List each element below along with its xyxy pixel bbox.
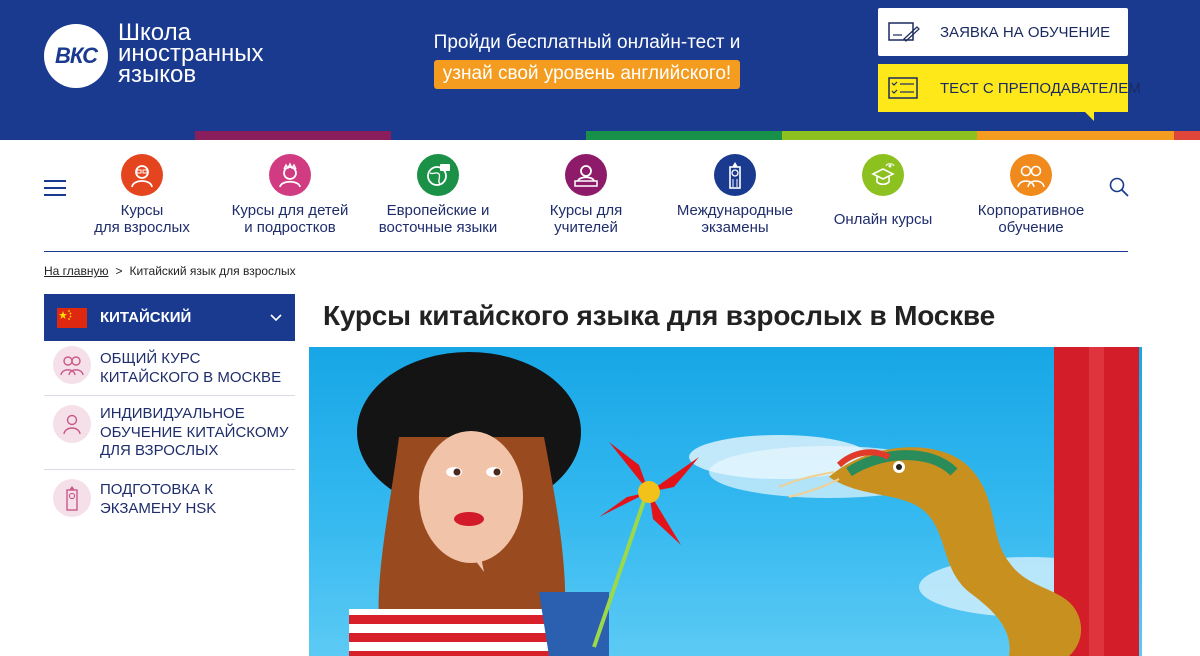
logo-mark: ВКС xyxy=(54,43,98,68)
stripe xyxy=(782,131,977,140)
nav-label: Онлайн курсы xyxy=(833,211,933,228)
apply-button[interactable]: ЗАЯВКА НА ОБУЧЕНИЕ xyxy=(878,8,1128,56)
nav-label: Курсы для учителей xyxy=(549,202,623,236)
nav-kids-courses[interactable]: Курсы для детей и подростков xyxy=(205,154,375,236)
page-title: Курсы китайского языка для взрослых в Мо… xyxy=(323,300,995,331)
nav-label: Европейские и восточные языки xyxy=(378,202,498,236)
china-flag-icon xyxy=(57,307,87,328)
stripe xyxy=(1174,131,1200,140)
sidebar-item-hsk[interactable]: ПОДГОТОВКА К ЭКЗАМЕНУ HSK xyxy=(44,476,295,522)
sidebar-item-label: ПОДГОТОВКА К ЭКЗАМЕНУ HSK xyxy=(100,481,217,517)
nav-languages[interactable]: Европейские и восточные языки xyxy=(353,154,523,236)
breadcrumb-current: Китайский язык для взрослых xyxy=(129,264,296,278)
chevron-down-icon xyxy=(270,313,282,321)
sidebar-item-individual[interactable]: ИНДИВИДУАЛЬНОЕ ОБУЧЕНИЕ КИТАЙСКОМУ ДЛЯ В… xyxy=(44,400,295,470)
hero-illustration xyxy=(349,347,1139,656)
people-icon xyxy=(53,346,91,384)
hero-image xyxy=(309,347,1142,656)
sidebar-item-general-course[interactable]: ОБЩИЙ КУРС КИТАЙСКОГО В МОСКВЕ xyxy=(44,346,295,396)
logo-line: языков xyxy=(118,61,197,88)
stripe xyxy=(586,131,782,140)
checklist-icon xyxy=(888,77,918,99)
sidebar-heading[interactable]: КИТАЙСКИЙ xyxy=(44,294,295,341)
online-icon xyxy=(862,154,904,196)
promo-highlight[interactable]: узнай свой уровень английского! xyxy=(433,60,741,89)
search-icon[interactable] xyxy=(1108,176,1130,198)
sidebar-item-label: ОБЩИЙ КУРС КИТАЙСКОГО В МОСКВЕ xyxy=(100,350,282,386)
site-header: ВКС Школа иностранных языков Пройди бесп… xyxy=(0,0,1200,131)
nav-online-courses[interactable]: Онлайн курсы xyxy=(798,154,968,228)
group-icon xyxy=(1010,154,1052,196)
teacher-test-button[interactable]: ТЕСТ С ПРЕПОДАВАТЕЛЕМ xyxy=(878,64,1141,121)
big-ben-icon xyxy=(53,479,91,517)
teacher-icon xyxy=(565,154,607,196)
sidebar-item-label: ИНДИВИДУАЛЬНОЕ ОБУЧЕНИЕ КИТАЙСКОМУ ДЛЯ В… xyxy=(100,405,289,459)
nav-corporate[interactable]: Корпоративное обучение xyxy=(946,154,1116,236)
nav-label: Курсы для детей и подростков xyxy=(231,202,349,236)
sidebar-heading-label: КИТАЙСКИЙ xyxy=(100,309,192,326)
globe-icon xyxy=(417,154,459,196)
logo[interactable]: ВКС xyxy=(44,24,108,88)
form-pencil-icon xyxy=(888,22,920,42)
promo-text: Пройди бесплатный онлайн-тест и xyxy=(433,32,741,53)
nav-divider xyxy=(44,251,1128,252)
nav-label: Международные экзамены xyxy=(676,202,794,236)
breadcrumb-home-link[interactable]: На главную xyxy=(44,264,108,278)
nav-exams[interactable]: Международные экзамены xyxy=(650,154,820,236)
stripe xyxy=(391,131,586,140)
nav-label: Корпоративное обучение xyxy=(977,202,1085,236)
big-ben-icon xyxy=(714,154,756,196)
nav-adult-courses[interactable]: Курсы для взрослых xyxy=(57,154,227,236)
breadcrumb: На главную > Китайский язык для взрослых xyxy=(44,264,296,278)
logo-text[interactable]: Школа иностранных языков xyxy=(118,21,263,88)
nav-label: Курсы для взрослых xyxy=(94,202,190,236)
breadcrumb-separator: > xyxy=(115,264,123,278)
stripe xyxy=(195,131,391,140)
stripe xyxy=(977,131,1174,140)
color-stripes xyxy=(0,131,1200,140)
kid-icon xyxy=(269,154,311,196)
promo-banner[interactable]: Пройди бесплатный онлайн-тест и узнай св… xyxy=(400,32,774,89)
nav-teacher-courses[interactable]: Курсы для учителей xyxy=(501,154,671,236)
teacher-test-button-label: ТЕСТ С ПРЕПОДАВАТЕЛЕМ xyxy=(940,79,1141,97)
person-icon xyxy=(53,405,91,443)
apply-button-label: ЗАЯВКА НА ОБУЧЕНИЕ xyxy=(940,23,1111,41)
stripe xyxy=(0,131,195,140)
adult-icon xyxy=(121,154,163,196)
